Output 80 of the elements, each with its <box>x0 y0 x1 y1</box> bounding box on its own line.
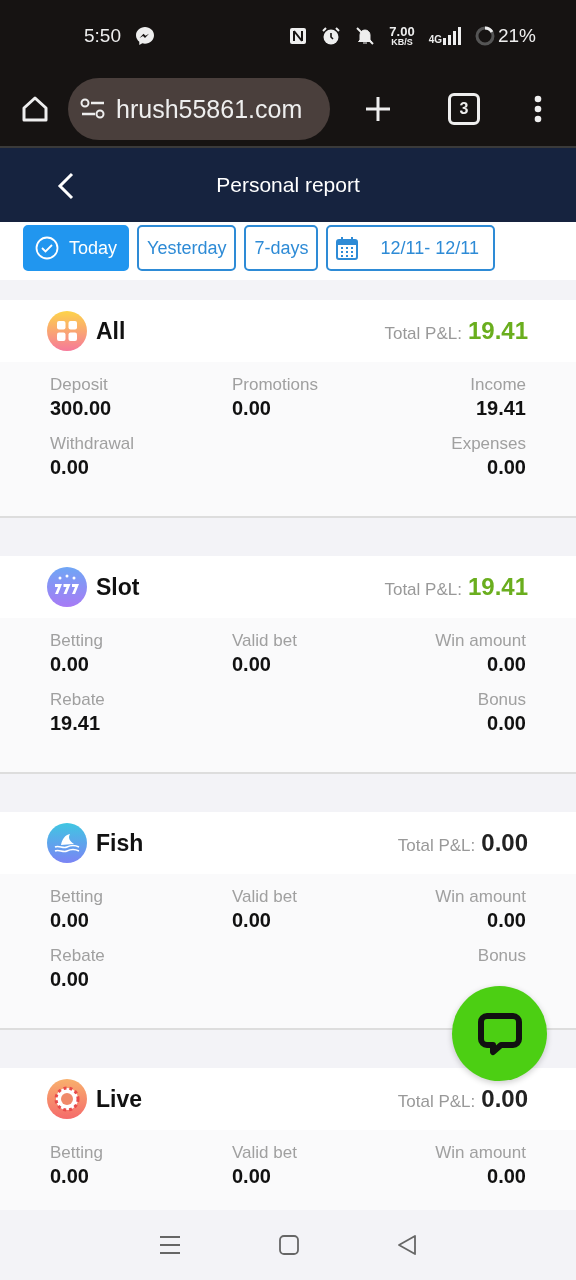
stat-label: Valid bet <box>232 630 298 652</box>
calendar-icon <box>336 236 359 260</box>
muted-bell-icon <box>355 26 376 46</box>
stat-value: 0.00 <box>50 652 90 677</box>
back-triangle-icon[interactable] <box>397 1234 417 1256</box>
stat-label: Income <box>470 374 526 396</box>
stat-value: 19.41 <box>50 711 102 736</box>
grid-icon <box>47 311 87 351</box>
battery-ring-icon <box>474 26 495 46</box>
stat-label: Deposit <box>50 374 109 396</box>
category-title: All <box>96 317 126 345</box>
total-label: Total P&L: <box>384 580 462 600</box>
address-bar[interactable]: hrush55861.com <box>68 78 330 140</box>
stat-value: 0.00 <box>50 1164 90 1189</box>
clock-time: 5:50 <box>84 25 121 47</box>
stat-label: Betting <box>50 630 104 652</box>
total-label: Total P&L: <box>397 836 476 856</box>
chip-icon <box>47 1079 87 1119</box>
stat-value: 0.00 <box>50 967 90 992</box>
signal-icon <box>442 27 461 45</box>
total-value: 0.00 <box>481 829 528 857</box>
home-square-icon[interactable] <box>279 1235 299 1255</box>
stat-value: 0.00 <box>232 908 272 933</box>
back-icon[interactable] <box>56 172 76 200</box>
stat-value: 0.00 <box>487 1164 526 1189</box>
nfc-icon <box>289 27 308 45</box>
stat-label: Win amount <box>435 630 526 652</box>
stat-value: 0.00 <box>487 455 526 480</box>
stat-label: Betting <box>50 886 104 908</box>
date-range-picker[interactable]: 12/11- 12/11 <box>326 225 495 271</box>
filter-tab[interactable]: 7-days <box>244 225 319 271</box>
stat-label: Bonus <box>477 689 526 711</box>
home-icon[interactable] <box>20 94 50 124</box>
more-icon[interactable] <box>534 95 542 123</box>
fin-icon <box>47 823 87 863</box>
new-tab-icon[interactable] <box>364 95 392 123</box>
network-speed: 7.00 <box>389 25 415 38</box>
total-value: 19.41 <box>467 573 528 601</box>
stat-label: Rebate <box>50 689 106 711</box>
total-value: 0.00 <box>481 1085 528 1113</box>
stat-label: Betting <box>50 1142 104 1164</box>
alarm-icon <box>321 26 342 46</box>
stat-value: 300.00 <box>50 396 113 421</box>
stat-label: Win amount <box>435 1142 526 1164</box>
slot-machine-icon <box>47 567 87 607</box>
stat-label: Valid bet <box>232 886 298 908</box>
site-settings-icon[interactable] <box>80 98 106 120</box>
stat-label: Valid bet <box>232 1142 298 1164</box>
stat-label: Promotions <box>232 374 319 396</box>
stat-value: 0.00 <box>232 396 272 421</box>
tab-count[interactable]: 3 <box>448 93 480 125</box>
stat-label: Expenses <box>451 433 526 455</box>
stat-value: 0.00 <box>232 652 272 677</box>
stat-value: 0.00 <box>487 908 526 933</box>
category-title: Slot <box>96 573 140 601</box>
battery-level: 21% <box>497 25 536 47</box>
total-label: Total P&L: <box>384 324 462 344</box>
stat-value: 19.41 <box>475 396 526 421</box>
category-title: Live <box>96 1085 143 1113</box>
stat-value: 0.00 <box>50 908 90 933</box>
stat-label: Rebate <box>50 945 106 967</box>
total-value: 19.41 <box>467 317 528 345</box>
messenger-icon <box>135 26 155 46</box>
total-label: Total P&L: <box>397 1092 476 1112</box>
stat-value: 0.00 <box>487 652 526 677</box>
network-type: 4G <box>428 34 442 45</box>
stat-label: Win amount <box>435 886 526 908</box>
stat-value: 0.00 <box>50 455 90 480</box>
stat-label: Withdrawal <box>50 433 136 455</box>
stat-value: 0.00 <box>232 1164 272 1189</box>
filter-tab[interactable]: Today <box>23 225 130 271</box>
stat-label: Bonus <box>477 945 526 967</box>
page-title: Personal report <box>216 173 360 197</box>
chat-icon <box>476 1010 523 1057</box>
speed-unit: KB/S <box>391 38 413 47</box>
stat-value: 0.00 <box>487 711 526 736</box>
menu-icon[interactable] <box>159 1235 181 1255</box>
check-circle-icon <box>35 236 59 260</box>
category-title: Fish <box>96 829 144 857</box>
filter-tab[interactable]: Yesterday <box>137 225 237 271</box>
